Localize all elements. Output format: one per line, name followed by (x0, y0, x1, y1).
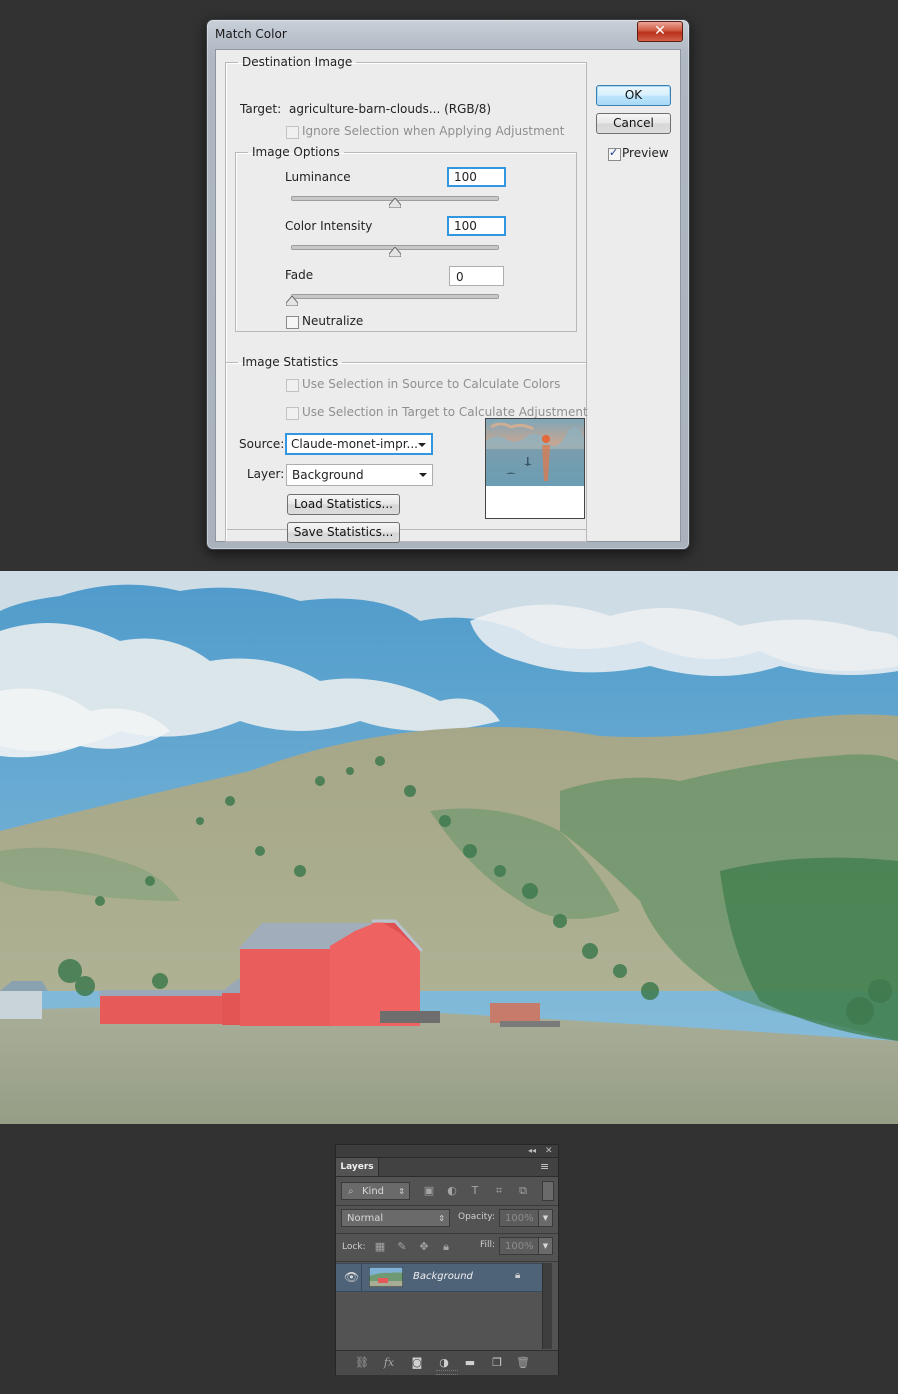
close-button[interactable]: ✕ (637, 21, 683, 42)
blend-mode-value: Normal (347, 1213, 384, 1224)
fade-label: Fade (285, 268, 314, 282)
dialog-title: Match Color (215, 27, 287, 41)
filter-kind-dropdown[interactable]: ⌕ Kind ⇕ (341, 1182, 410, 1200)
fade-slider-track[interactable] (291, 294, 499, 299)
layer-dropdown-value: Background (292, 468, 364, 482)
chevron-down-icon: ▼ (542, 1214, 549, 1222)
layer-lock-icon: 🔒︎ (515, 1270, 521, 1281)
luminance-input[interactable]: 100 (447, 167, 506, 187)
divider (361, 1264, 362, 1291)
preview-checkbox[interactable] (608, 146, 621, 161)
layers-footer: ⛓︎ fx ◙ ◑ ▬ ❐ 🗑︎ (336, 1350, 558, 1375)
opacity-field[interactable]: 100% (499, 1209, 539, 1227)
fade-slider-thumb[interactable] (286, 296, 298, 306)
filter-kind-label: Kind (362, 1186, 385, 1197)
ok-button[interactable]: OK (596, 85, 671, 106)
panel-close-icon[interactable]: ✕ (545, 1145, 553, 1157)
source-dropdown-value: Claude-monet-impr... (291, 437, 418, 451)
layers-panel: ◂◂ ✕ Layers ≡ ⌕ Kind ⇕ ▣ ◐ T ⌗ ⧉ Normal … (335, 1144, 559, 1375)
new-layer-icon[interactable]: ❐ (490, 1356, 504, 1370)
luminance-slider-thumb[interactable] (389, 198, 401, 208)
use-target-selection-checkbox[interactable] (286, 407, 299, 420)
adjustment-icon[interactable]: ◑ (437, 1356, 451, 1370)
collapse-icon[interactable]: ◂◂ (528, 1145, 536, 1157)
lock-position-icon[interactable]: ✥ (417, 1240, 431, 1254)
mask-icon[interactable]: ◙ (410, 1356, 424, 1370)
adjustment-filter-icon[interactable]: ◐ (445, 1184, 459, 1198)
image-statistics-legend: Image Statistics (242, 355, 339, 369)
opacity-label: Opacity: (458, 1212, 495, 1222)
target-value: agriculture-barn-clouds... (RGB/8) (289, 102, 492, 116)
pixel-filter-icon[interactable]: ▣ (422, 1184, 436, 1198)
cancel-button[interactable]: Cancel (596, 113, 671, 134)
link-icon[interactable]: ⛓︎ (355, 1356, 369, 1370)
color-intensity-label: Color Intensity (285, 219, 373, 233)
blend-row: Normal ⇕ Opacity: 100% ▼ (336, 1206, 558, 1234)
ignore-selection-checkbox[interactable] (286, 126, 299, 139)
panel-tab-bar: Layers ≡ (336, 1158, 558, 1177)
use-source-selection-checkbox[interactable] (286, 379, 299, 392)
color-intensity-input[interactable]: 100 (447, 216, 506, 236)
preview-label: Preview (622, 146, 669, 160)
filter-row: ⌕ Kind ⇕ ▣ ◐ T ⌗ ⧉ (336, 1177, 558, 1206)
chevron-down-icon (419, 473, 427, 477)
smart-object-filter-icon[interactable]: ⧉ (516, 1184, 530, 1198)
lock-row: Lock: ▦ ✎ ✥ 🔒︎ Fill: 100% ▼ (336, 1234, 558, 1262)
save-statistics-button[interactable]: Save Statistics... (287, 522, 400, 543)
source-label: Source: (239, 437, 285, 451)
color-intensity-slider-thumb[interactable] (389, 247, 401, 257)
lock-transparent-pixels-icon[interactable]: ▦ (373, 1240, 387, 1254)
fill-dropdown-button[interactable]: ▼ (538, 1237, 553, 1255)
fx-icon[interactable]: fx (382, 1356, 396, 1370)
tab-layers[interactable]: Layers (336, 1158, 379, 1176)
use-source-selection-label: Use Selection in Source to Calculate Col… (302, 377, 561, 391)
layer-item-background[interactable]: 👁︎ Background 🔒︎ (336, 1263, 542, 1292)
dialog-client-area: Destination Image Target: agriculture-ba… (215, 49, 681, 543)
chevron-down-icon (418, 443, 426, 447)
lock-all-icon[interactable]: 🔒︎ (439, 1240, 453, 1254)
target-label: Target: (240, 102, 282, 116)
layer-name[interactable]: Background (413, 1271, 473, 1282)
source-dropdown[interactable]: Claude-monet-impr... (285, 433, 433, 455)
load-statistics-button[interactable]: Load Statistics... (287, 494, 400, 515)
visibility-eye-icon[interactable]: 👁︎ (344, 1270, 359, 1284)
layers-scrollbar[interactable] (542, 1263, 552, 1349)
blend-mode-dropdown[interactable]: Normal ⇕ (341, 1209, 450, 1227)
neutralize-label: Neutralize (302, 314, 364, 328)
match-color-dialog: Match Color ✕ Destination Image Target: … (206, 19, 690, 550)
lock-image-pixels-icon[interactable]: ✎ (395, 1240, 409, 1254)
panel-menu-icon[interactable]: ≡ (540, 1160, 549, 1173)
source-thumbnail (485, 418, 585, 519)
neutralize-checkbox[interactable] (286, 316, 299, 329)
luminance-label: Luminance (285, 170, 351, 184)
fill-field[interactable]: 100% (499, 1237, 539, 1255)
trash-icon[interactable]: 🗑︎ (516, 1356, 530, 1370)
resize-grip-icon[interactable] (436, 1370, 458, 1375)
lock-label: Lock: (342, 1242, 366, 1252)
destination-image-legend: Destination Image (242, 55, 353, 69)
updown-icon: ⇕ (398, 1187, 405, 1196)
panel-top-bar: ◂◂ ✕ (336, 1145, 558, 1158)
updown-icon: ⇕ (438, 1214, 445, 1223)
opacity-dropdown-button[interactable]: ▼ (538, 1209, 553, 1227)
use-target-selection-label: Use Selection in Target to Calculate Adj… (302, 405, 588, 419)
folder-icon[interactable]: ▬ (463, 1356, 477, 1370)
search-icon: ⌕ (348, 1186, 354, 1197)
filter-toggle-switch[interactable] (542, 1181, 554, 1201)
layer-thumbnail (369, 1267, 403, 1287)
document-canvas-image[interactable] (0, 571, 898, 1124)
layer-label: Layer: (247, 467, 285, 481)
shape-filter-icon[interactable]: ⌗ (492, 1184, 506, 1198)
source-thumbnail-image (486, 419, 584, 486)
ignore-selection-label: Ignore Selection when Applying Adjustmen… (302, 124, 565, 138)
layer-dropdown[interactable]: Background (286, 464, 433, 486)
fill-label: Fill: (480, 1240, 496, 1250)
chevron-down-icon: ▼ (542, 1242, 549, 1250)
type-filter-icon[interactable]: T (468, 1184, 482, 1198)
fade-input[interactable]: 0 (449, 266, 504, 286)
image-options-legend: Image Options (252, 145, 340, 159)
